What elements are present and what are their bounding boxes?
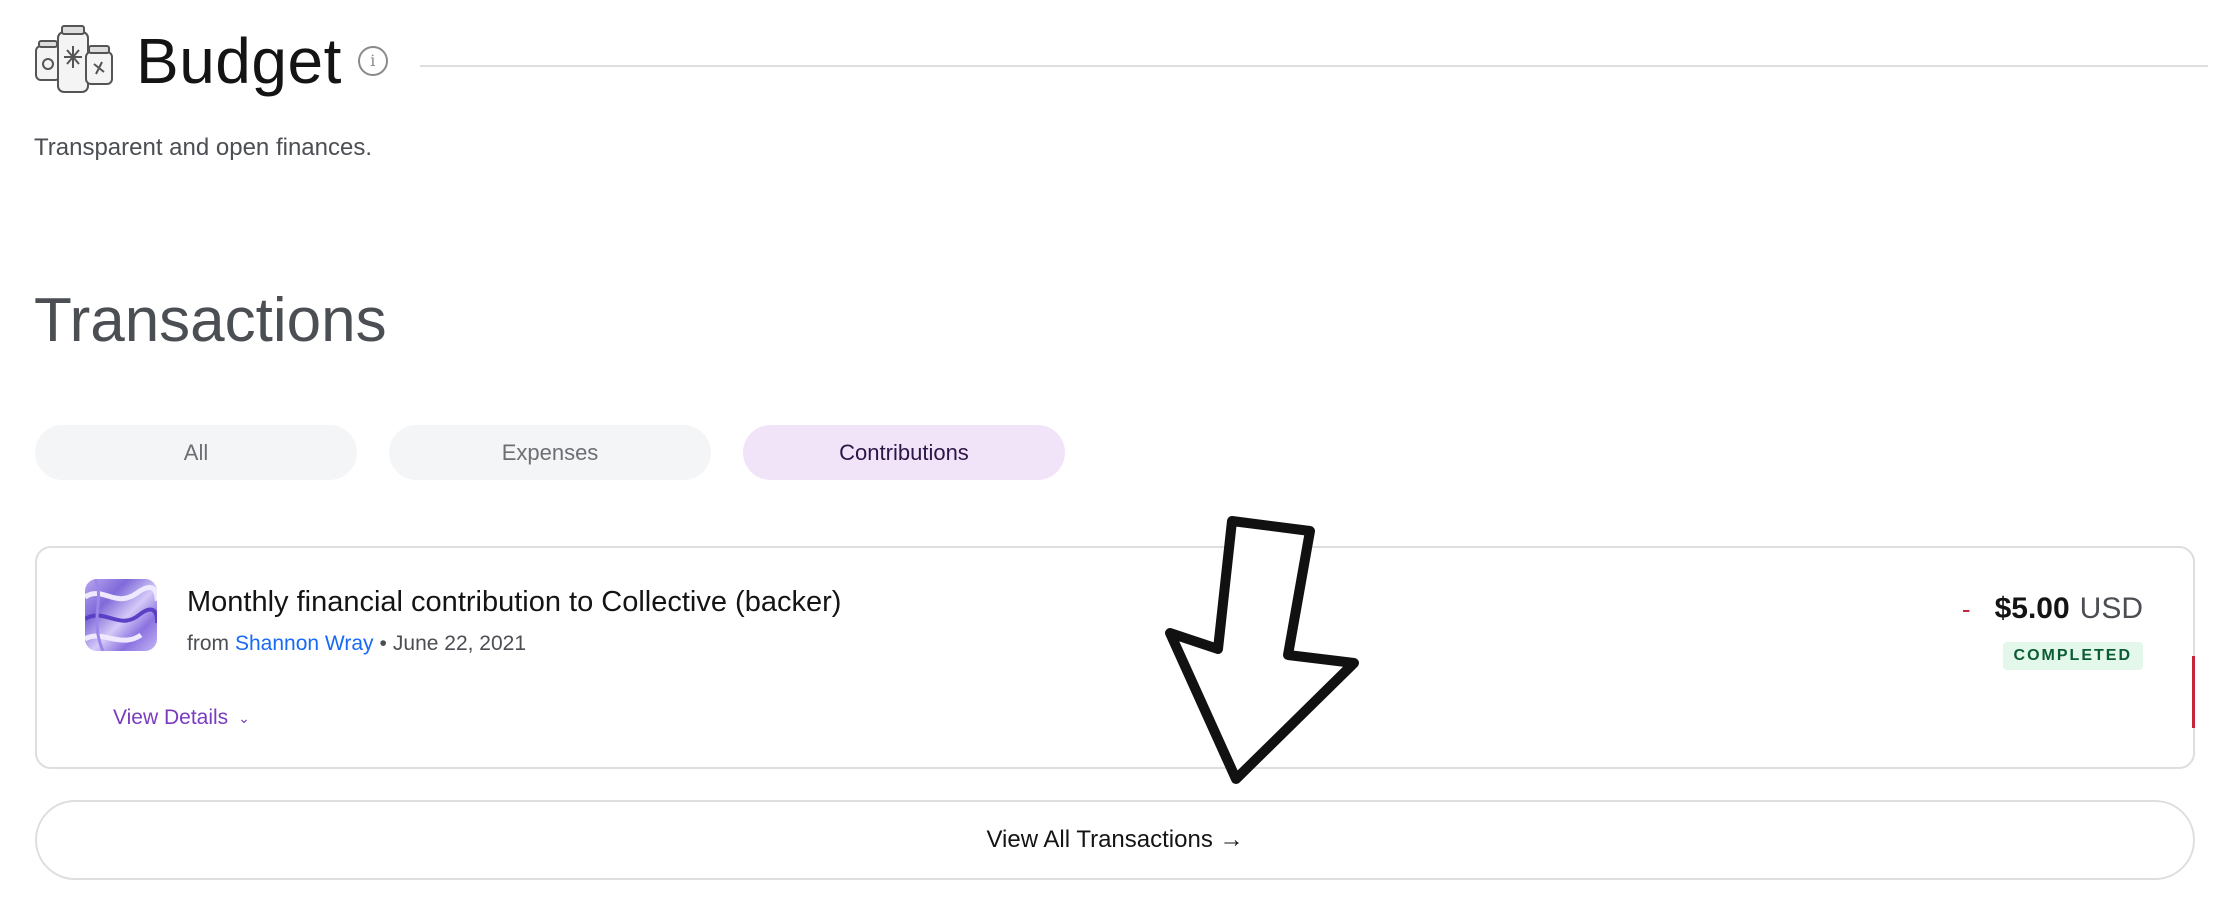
transaction-date: June 22, 2021 [392, 632, 527, 655]
view-details-label: View Details [113, 706, 229, 729]
tab-all[interactable]: All [35, 425, 357, 480]
budget-description: Transparent and open finances. [34, 134, 373, 161]
transactions-title: Transactions [34, 286, 387, 355]
card-edge-mark [2192, 656, 2195, 728]
transaction-amount: - $5.00 USD [1962, 592, 2143, 626]
budget-header: Budget i [34, 22, 2208, 100]
avatar[interactable] [85, 579, 157, 651]
budget-title: Budget [136, 25, 342, 97]
transaction-meta: from Shannon Wray • June 22, 2021 [187, 632, 526, 656]
contributor-link[interactable]: Shannon Wray [235, 632, 374, 656]
avatar-pattern [85, 579, 157, 651]
transaction-filter-tabs: All Expenses Contributions [35, 425, 1065, 480]
meta-separator: • [379, 632, 387, 655]
view-details-button[interactable]: View Details ⌄ [113, 706, 250, 730]
header-divider [419, 65, 2208, 67]
jars-icon [35, 25, 113, 93]
transaction-title: Monthly financial contribution to Collec… [187, 586, 842, 618]
amount-currency: USD [2079, 592, 2143, 625]
info-icon[interactable]: i [357, 46, 388, 76]
tab-contributions[interactable]: Contributions [743, 425, 1065, 480]
status-badge: COMPLETED [2002, 642, 2143, 670]
budget-page: Budget i Transparent and open finances. … [0, 0, 2240, 900]
amount-sign: - [1961, 594, 1971, 624]
chevron-down-icon: ⌄ [238, 709, 250, 726]
down-arrow-icon [1165, 516, 1359, 784]
amount-value: $5.00 [1994, 592, 2070, 625]
transaction-card: Monthly financial contribution to Collec… [35, 546, 2195, 769]
view-all-transactions-button[interactable]: View All Transactions → [35, 800, 2195, 880]
from-prefix: from [187, 632, 229, 655]
tab-expenses[interactable]: Expenses [389, 425, 711, 480]
